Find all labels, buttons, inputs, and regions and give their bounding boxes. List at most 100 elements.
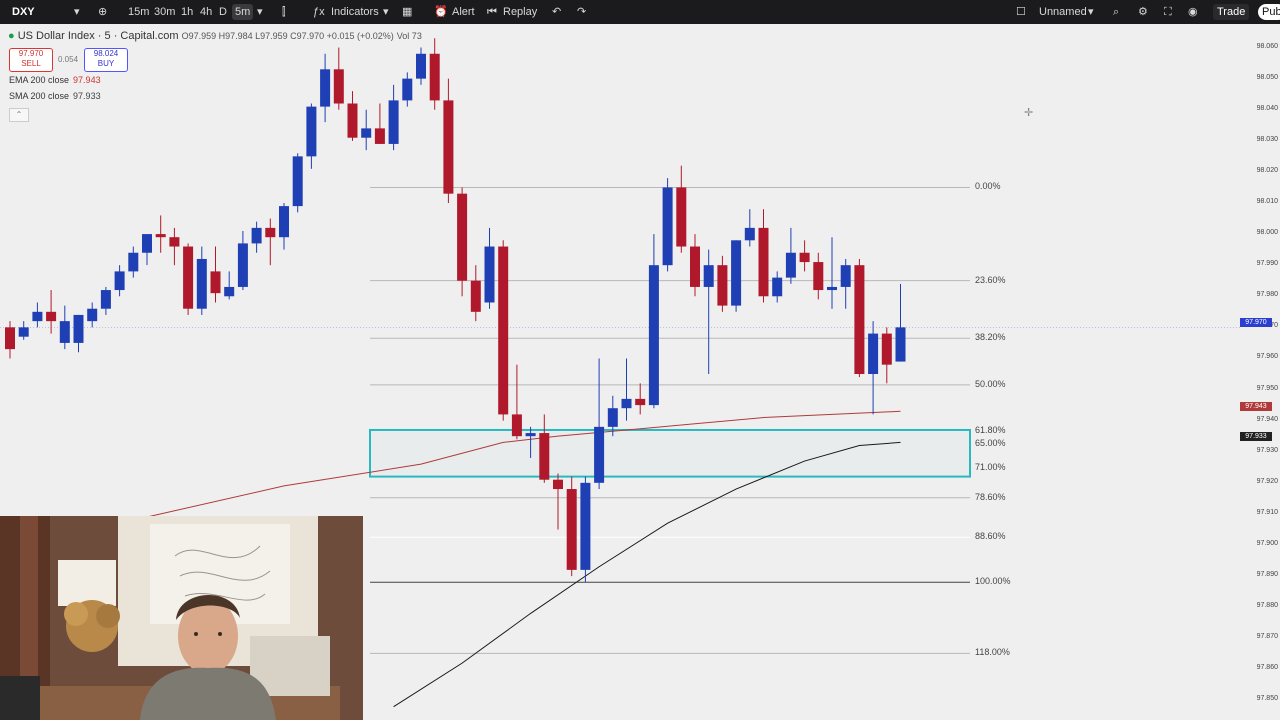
indicators-dropdown-icon[interactable]: ▾ <box>383 4 389 20</box>
candle-body <box>265 227 276 238</box>
publish-button[interactable]: Pub <box>1258 4 1280 20</box>
candle-body <box>333 69 344 104</box>
timeframe-15m[interactable]: 15m <box>128 4 149 20</box>
candle <box>785 227 796 284</box>
buy-button[interactable]: 98.024 BUY <box>84 48 128 72</box>
ema-name: EMA 200 close <box>9 75 70 85</box>
price-tick: 97.860 <box>1256 664 1278 672</box>
buy-price: 98.024 <box>93 49 119 58</box>
candle <box>799 240 810 272</box>
candle-body <box>443 100 454 194</box>
replay-icon[interactable]: ⏮ <box>487 4 497 20</box>
candle-body <box>306 106 317 157</box>
candle-body <box>142 234 152 253</box>
trade-button[interactable]: Trade <box>1213 4 1250 20</box>
ohlc-values: O97.959 H97.984 L97.959 C97.970 +0.015 (… <box>181 31 394 41</box>
quick-search-icon[interactable]: ⌕ <box>1113 4 1119 20</box>
candle-body <box>758 227 769 297</box>
price-tick: 97.960 <box>1256 353 1278 361</box>
fib-label: 78.60% <box>975 491 1006 502</box>
fib-label: 65.00% <box>975 438 1006 449</box>
candle <box>306 103 317 169</box>
candle-body <box>881 333 892 365</box>
sell-button[interactable]: 97.970 SELL <box>9 48 53 72</box>
exchange-logo-icon: ● <box>8 30 15 42</box>
candle-body <box>662 187 673 266</box>
ema-value: 97.943 <box>73 75 101 85</box>
candle <box>484 227 495 309</box>
candle-body <box>210 271 221 294</box>
timeframe-30m[interactable]: 30m <box>154 4 175 20</box>
candle-body <box>470 280 481 312</box>
timeframe-4h[interactable]: 4h <box>200 4 212 20</box>
layout-dropdown-icon[interactable]: ▾ <box>1088 4 1094 20</box>
timeframe-dropdown-icon[interactable]: ▾ <box>257 4 263 20</box>
add-symbol-icon[interactable]: ⊕ <box>98 4 107 20</box>
fullscreen-icon[interactable]: ⛶ <box>1164 4 1172 20</box>
candle <box>265 218 276 266</box>
candle-body <box>525 433 536 437</box>
candle <box>731 240 742 312</box>
candle <box>457 187 468 297</box>
instrument-title[interactable]: US Dollar Index · 5 · Capital.com <box>18 30 179 42</box>
candle <box>690 234 700 297</box>
candle-body <box>676 187 687 247</box>
price-tick: 97.850 <box>1256 695 1278 703</box>
candle <box>443 78 454 203</box>
candle <box>827 237 837 309</box>
candle <box>196 246 207 315</box>
timeframe-1h[interactable]: 1h <box>181 4 193 20</box>
price-tick: 97.870 <box>1256 633 1278 641</box>
alert-button[interactable]: Alert <box>452 4 475 20</box>
candle-body <box>374 128 385 144</box>
layouts-grid-icon[interactable]: ▦ <box>402 4 412 20</box>
spread-value: 0.054 <box>58 55 79 64</box>
candle-body <box>429 53 440 101</box>
candle-body <box>32 311 43 322</box>
sma-legend[interactable]: SMA 200 close 97.933 <box>9 91 101 101</box>
price-tick: 97.890 <box>1256 571 1278 579</box>
timeframe-5m[interactable]: 5m <box>232 4 254 20</box>
candle-body <box>73 314 84 343</box>
indicators-button[interactable]: Indicators <box>331 4 379 20</box>
ema-legend[interactable]: EMA 200 close 97.943 <box>9 75 101 85</box>
candle-body <box>320 69 331 107</box>
price-tick: 97.950 <box>1256 384 1278 392</box>
layout-name[interactable]: Unnamed <box>1039 4 1087 20</box>
replay-button[interactable]: Replay <box>503 4 537 20</box>
candle-body <box>813 262 824 291</box>
candle-body <box>648 265 659 406</box>
redo-icon[interactable]: ↷ <box>577 4 586 20</box>
collapse-legend-icon[interactable]: ⌃ <box>9 108 29 122</box>
price-tick: 97.910 <box>1256 508 1278 516</box>
candle-body <box>196 258 207 309</box>
top-toolbar: DXY ▾ ⊕ 15m 30m 1h 4h D 5m ▾ ⫿ ƒx Indica… <box>0 0 1280 24</box>
settings-gear-icon[interactable]: ⚙ <box>1138 4 1148 20</box>
candle <box>320 53 331 123</box>
candle-body <box>785 252 796 278</box>
candle-body <box>854 265 865 374</box>
candle <box>73 314 84 353</box>
candle <box>703 249 714 374</box>
candle <box>854 258 865 378</box>
indicators-icon[interactable]: ƒx <box>313 4 325 20</box>
undo-icon[interactable]: ↶ <box>552 4 561 20</box>
price-tick: 98.020 <box>1256 166 1278 174</box>
candle-body <box>717 265 728 306</box>
layout-checkbox-icon[interactable]: ☐ <box>1016 4 1026 20</box>
price-tick: 97.930 <box>1256 446 1278 454</box>
chart-type-icon[interactable]: ⫿ <box>282 4 286 20</box>
symbol-menu-icon[interactable]: ▾ <box>74 4 80 20</box>
candle-body <box>5 327 15 350</box>
sma-name: SMA 200 close <box>9 91 70 101</box>
symbol-search[interactable]: DXY <box>12 4 35 20</box>
candle <box>155 215 166 253</box>
alert-icon[interactable]: ⏰ <box>434 4 448 20</box>
candle-body <box>772 277 783 297</box>
price-tick: 97.900 <box>1256 540 1278 547</box>
timeframe-d[interactable]: D <box>219 4 227 20</box>
price-tick: 98.040 <box>1256 104 1278 112</box>
candle <box>18 321 29 340</box>
screenshot-camera-icon[interactable]: ◉ <box>1188 4 1198 20</box>
candle <box>676 165 687 253</box>
